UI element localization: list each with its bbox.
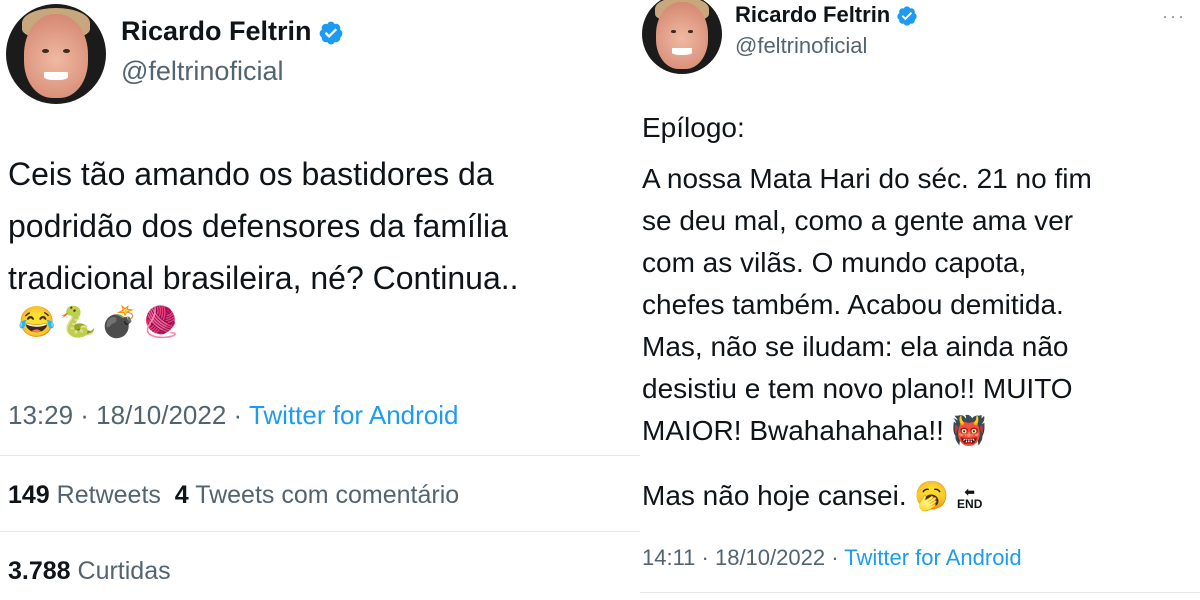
tweet-closing: Mas não hoje cansei. 🥱 ⬅ END (642, 475, 982, 517)
end-icon-label: END (957, 496, 983, 511)
emoji-row: 😂🐍💣🧶 (18, 306, 184, 339)
timestamp-text[interactable]: 14:11 · 18/10/2022 · (642, 545, 839, 570)
tweet-line: com as vilãs. O mundo capota, (642, 247, 1027, 278)
more-options-icon[interactable]: ··· (1162, 6, 1186, 27)
verified-badge-icon (897, 6, 917, 26)
divider (0, 531, 640, 532)
tweet-line: desistiu e tem novo plano!! MUITO (642, 373, 1073, 404)
tweet-line: Mas, não se iludam: ela ainda não (642, 331, 1069, 362)
author-name-text[interactable]: Ricardo Feltrin (121, 16, 312, 46)
author-name-text[interactable]: Ricardo Feltrin (735, 2, 890, 27)
likes-stats[interactable]: 3.788 Curtidas (8, 557, 171, 586)
quotes-count: 4 (174, 481, 189, 509)
tweet-line: chefes também. Acabou demitida. (642, 289, 1064, 320)
tweet-line: A nossa Mata Hari do séc. 21 no fim (642, 163, 1092, 194)
left-tweet: Ricardo Feltrin @feltrinoficial Ceis tão… (0, 0, 640, 600)
tweet-line: podridão dos defensores da família (8, 208, 508, 244)
source-link[interactable]: Twitter for Android (844, 545, 1021, 570)
retweets-label: Retweets (56, 481, 161, 509)
closing-text: Mas não hoje cansei. 🥱 (642, 480, 950, 511)
verified-badge-icon (319, 21, 342, 45)
source-link[interactable]: Twitter for Android (249, 400, 459, 430)
tweet-line: Ceis tão amando os bastidores da (8, 156, 494, 192)
tweet-heading: Epílogo: (642, 112, 745, 143)
avatar[interactable] (6, 4, 106, 104)
avatar[interactable] (642, 0, 722, 74)
tweet-timestamp: 13:29 · 18/10/2022 · Twitter for Android (8, 400, 459, 431)
author-name[interactable]: Ricardo Feltrin (121, 16, 344, 47)
tweet-text: A nossa Mata Hari do séc. 21 no fim se d… (642, 158, 1092, 452)
tweet-line: se deu mal, como a gente ama ver (642, 205, 1074, 236)
divider (0, 455, 640, 456)
tweet-timestamp: 14:11 · 18/10/2022 · Twitter for Android (642, 545, 1022, 571)
likes-count: 3.788 (8, 557, 71, 585)
retweets-count: 149 (8, 481, 50, 509)
likes-label: Curtidas (77, 557, 171, 585)
tweet-line: tradicional brasileira, né? Continua.. (8, 260, 519, 296)
author-handle[interactable]: @feltrinoficial (121, 56, 283, 87)
retweet-stats[interactable]: 149 Retweets 4 Tweets com comentário (8, 481, 459, 510)
tweet-text: Ceis tão amando os bastidores da podridã… (8, 148, 519, 304)
end-arrow-icon: ⬅ END (957, 484, 983, 511)
tweet-line: MAIOR! Bwahahahaha!! 👹 (642, 415, 987, 446)
divider (640, 592, 1200, 593)
timestamp-text[interactable]: 13:29 · 18/10/2022 · (8, 400, 242, 430)
author-handle[interactable]: @feltrinoficial (735, 33, 867, 59)
quotes-label: Tweets com comentário (195, 481, 460, 509)
author-name[interactable]: Ricardo Feltrin (735, 2, 918, 28)
right-tweet: Ricardo Feltrin @feltrinoficial ··· Epíl… (640, 0, 1200, 600)
